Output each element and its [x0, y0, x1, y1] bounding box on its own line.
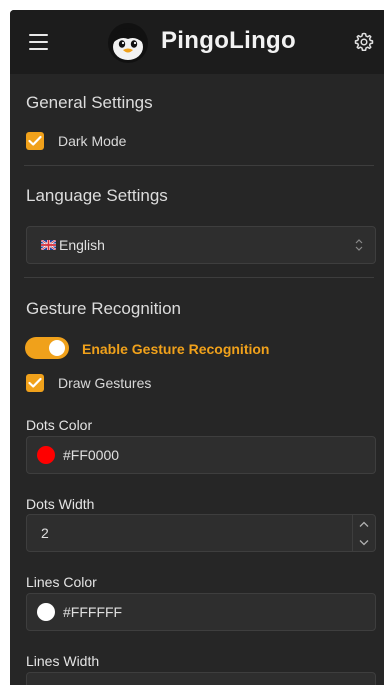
checkmark-icon	[28, 135, 42, 146]
lines-width-label: Lines Width	[26, 653, 100, 669]
hamburger-menu-icon[interactable]	[29, 33, 48, 50]
chevron-up-icon	[359, 521, 369, 527]
language-settings-title: Language Settings	[26, 186, 168, 205]
lines-color-label: Lines Color	[26, 574, 97, 590]
lines-color-swatch[interactable]	[37, 603, 55, 621]
dots-color-swatch[interactable]	[37, 446, 55, 464]
draw-gestures-checkbox[interactable]	[26, 374, 44, 392]
lines-color-input[interactable]: #FFFFFF	[26, 593, 376, 631]
select-arrows-icon	[355, 239, 363, 251]
chevron-down-icon	[359, 540, 369, 546]
settings-screen: PingoLingo General Settings Dark Mode La…	[10, 10, 384, 685]
gesture-recognition-title: Gesture Recognition	[26, 299, 181, 318]
draw-gestures-label: Draw Gestures	[58, 375, 152, 391]
enable-gesture-label: Enable Gesture Recognition	[82, 341, 270, 357]
dark-mode-label: Dark Mode	[58, 133, 127, 149]
stepper-down-button[interactable]	[353, 533, 375, 551]
dots-width-stepper	[352, 515, 375, 551]
language-select-value: English	[59, 237, 105, 253]
dots-color-label: Dots Color	[26, 417, 93, 433]
divider	[24, 277, 374, 278]
gear-icon[interactable]	[354, 32, 374, 52]
lines-width-input[interactable]	[26, 672, 376, 685]
checkmark-icon	[28, 377, 42, 388]
enable-gesture-toggle[interactable]	[25, 337, 69, 359]
dots-width-label: Dots Width	[26, 496, 95, 512]
app-title: PingoLingo	[161, 27, 296, 54]
uk-flag-icon	[41, 240, 56, 250]
lines-color-value: #FFFFFF	[63, 604, 123, 620]
divider	[24, 165, 374, 166]
dots-width-value: 2	[41, 525, 49, 541]
language-select[interactable]: English	[26, 226, 376, 264]
penguin-logo-icon	[108, 23, 148, 63]
dots-color-value: #FF0000	[63, 447, 120, 463]
dots-width-input[interactable]: 2	[26, 514, 376, 552]
dark-mode-checkbox[interactable]	[26, 132, 44, 150]
dots-color-input[interactable]: #FF0000	[26, 436, 376, 474]
general-settings-title: General Settings	[26, 93, 153, 112]
toggle-knob	[49, 340, 65, 356]
app-header: PingoLingo	[10, 10, 384, 74]
stepper-up-button[interactable]	[353, 515, 375, 533]
